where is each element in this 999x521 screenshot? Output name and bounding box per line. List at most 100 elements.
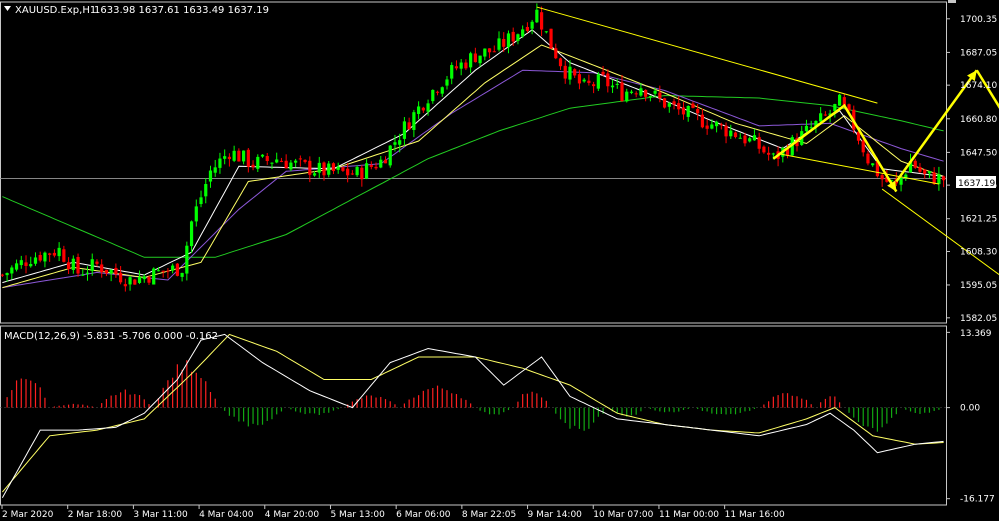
candle-body [743, 135, 747, 144]
candle[interactable] [175, 263, 179, 277]
candle-body [691, 103, 695, 108]
candle-body [246, 149, 250, 167]
candle-body [10, 267, 14, 274]
candle-body [76, 256, 80, 274]
price-tick-label: 1595.05 [960, 281, 997, 291]
candle-body [199, 197, 203, 205]
candle-body [260, 154, 265, 157]
candle-body [700, 114, 705, 128]
candle-body [738, 137, 742, 139]
time-tick-label: 11 Mar 16:00 [725, 510, 785, 520]
candle[interactable] [76, 253, 80, 277]
candle[interactable] [388, 144, 392, 168]
candle-body [549, 28, 553, 49]
candle-body [100, 264, 104, 273]
candle-body [620, 82, 624, 102]
candle-body [696, 109, 700, 114]
candle-body [331, 163, 336, 172]
candle-body [303, 159, 307, 162]
candle-body [511, 31, 515, 42]
candle[interactable] [133, 278, 137, 285]
candle[interactable] [549, 28, 553, 49]
candle-body [431, 89, 435, 102]
time-tick-label: 2 Mar 18:00 [68, 510, 123, 520]
candle-body [417, 106, 421, 114]
candle-body [558, 58, 563, 67]
window-control[interactable] [948, 0, 956, 3]
candle-body [724, 125, 728, 137]
candle-body [937, 174, 941, 185]
candle-body [615, 83, 619, 85]
candle[interactable] [662, 97, 667, 109]
candle-body [596, 74, 600, 89]
candle-body [497, 38, 501, 50]
candle-body [369, 164, 373, 167]
symbol-label: XAUUSD.Exp,H1 [15, 5, 96, 16]
candle-body [109, 269, 113, 274]
candle-body [364, 163, 369, 179]
candle-body [535, 9, 539, 23]
candle-body [748, 138, 752, 142]
candle-body [336, 166, 340, 170]
price-tick-label: 1687.05 [960, 48, 997, 58]
candle-body [473, 53, 477, 63]
candle-body [487, 48, 492, 53]
candle-body [445, 79, 449, 86]
candle-body [156, 270, 161, 272]
candle-body [681, 107, 686, 115]
candle-body [38, 254, 42, 261]
candle-body [19, 260, 23, 266]
price-tick-label: 1674.10 [960, 81, 997, 91]
candle-body [412, 112, 416, 130]
candle-body [137, 276, 142, 283]
candle-body [383, 159, 388, 164]
candle-body [29, 263, 33, 267]
candle-body [866, 153, 870, 164]
chart-window[interactable]: 1700.351687.051674.101660.801647.501634.… [0, 0, 999, 521]
candle-body [899, 177, 903, 185]
candle-body [639, 88, 643, 96]
candle-body [123, 284, 127, 287]
candle-body [634, 93, 638, 95]
candle-body [653, 90, 657, 94]
time-tick-label: 11 Mar 00:00 [659, 510, 719, 520]
macd-label: MACD(12,26,9) -5.831 -5.706 0.000 -0.162 [4, 331, 218, 342]
ohlc-label: 1633.98 1637.61 1633.49 1637.19 [94, 5, 269, 16]
candle-body [823, 114, 827, 116]
candle-body [346, 168, 350, 176]
candle-body [81, 274, 85, 276]
candle-body [402, 121, 407, 139]
candle-body [502, 38, 506, 47]
candle-body [350, 173, 354, 175]
candle-body [275, 159, 279, 163]
candle-body [464, 62, 468, 69]
candle-body [658, 92, 662, 99]
candle-body [677, 103, 681, 110]
candle-body [284, 160, 288, 169]
candle-body [194, 206, 198, 222]
candle-body [24, 262, 28, 266]
candle-body [85, 272, 90, 274]
chart-background [0, 0, 999, 521]
candle-body [918, 166, 922, 172]
candle[interactable] [837, 93, 842, 106]
candle-body [573, 69, 577, 76]
candle-body [142, 276, 146, 280]
candle-body [208, 170, 213, 182]
macd-tick-label: -16.177 [960, 495, 995, 505]
candle-body [48, 253, 52, 255]
macd-tick-label: 13.369 [960, 329, 992, 339]
candle[interactable] [596, 71, 600, 92]
candle[interactable] [152, 267, 156, 285]
time-tick-label: 3 Mar 11:00 [133, 510, 188, 520]
candle-body [530, 21, 534, 29]
candle-body [180, 272, 184, 277]
candle-body [880, 175, 884, 180]
candle-body [478, 55, 482, 64]
candle-body [582, 79, 586, 82]
candle-body [133, 279, 137, 285]
candle-body [62, 249, 66, 262]
candle-body [308, 160, 312, 175]
macd-tick-label: 0.00 [960, 404, 980, 414]
candle-body [171, 265, 175, 271]
